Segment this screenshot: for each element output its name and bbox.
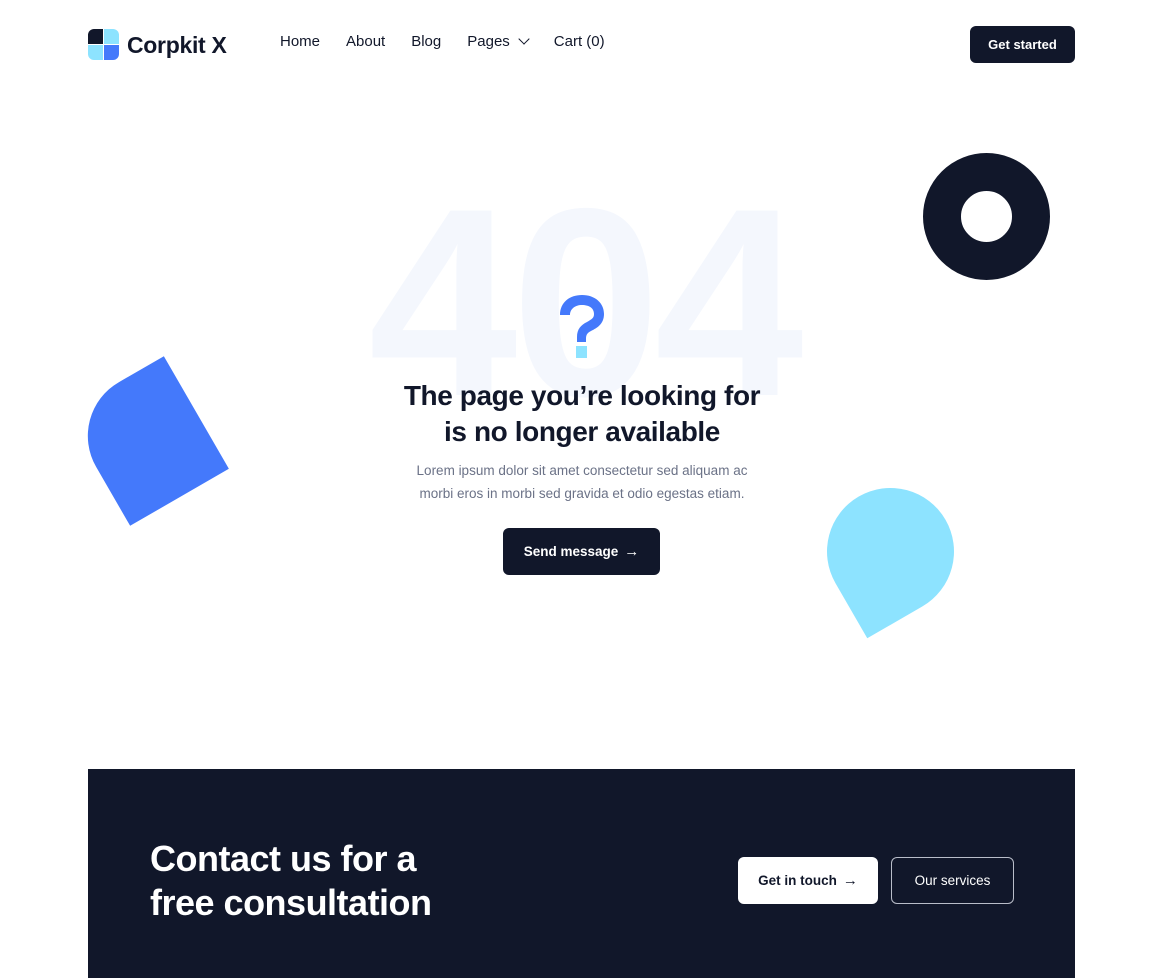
nav-item-pages[interactable]: Pages	[467, 33, 530, 50]
arrow-right-icon: →	[842, 872, 858, 889]
nav-item-pages-label: Pages	[467, 33, 510, 50]
main-nav: Home About Blog Pages Cart (0)	[280, 33, 631, 50]
logo[interactable]: Corpkit X	[88, 29, 227, 61]
description-line-1: Lorem ipsum dolor sit amet consectetur s…	[416, 463, 748, 478]
logo-text: Corpkit X	[127, 31, 227, 58]
get-started-button[interactable]: Get started	[970, 26, 1075, 63]
logo-mark-icon	[88, 29, 120, 61]
error-description: Lorem ipsum dolor sit amet consectetur s…	[380, 459, 784, 505]
send-message-label: Send message	[523, 544, 619, 559]
question-mark-icon	[560, 295, 604, 358]
decorative-blue-shape	[65, 356, 229, 526]
nav-item-about[interactable]: About	[346, 33, 385, 50]
nav-item-blog[interactable]: Blog	[411, 33, 441, 50]
nav-item-cart[interactable]: Cart (0)	[554, 33, 605, 50]
get-in-touch-label: Get in touch	[758, 873, 837, 888]
nav-item-home[interactable]: Home	[280, 33, 320, 50]
page-title-line-2: is no longer available	[444, 416, 720, 447]
cta-title-line-1: Contact us for a	[150, 838, 417, 879]
site-header: Corpkit X Home About Blog Pages Cart (0)…	[0, 0, 1167, 88]
get-in-touch-button[interactable]: Get in touch →	[738, 857, 878, 904]
cta-title: Contact us for a free consultation	[150, 837, 432, 925]
page-title-line-1: The page you’re looking for	[403, 380, 761, 411]
decorative-ring-shape	[923, 153, 1050, 280]
description-line-2: morbi eros in morbi sed gravida et odio …	[419, 486, 745, 501]
cta-title-line-2: free consultation	[150, 882, 432, 923]
decorative-cyan-drop-shape	[803, 464, 978, 639]
our-services-button[interactable]: Our services	[891, 857, 1014, 904]
consultation-cta-band: Contact us for a free consultation Get i…	[88, 769, 1075, 978]
chevron-down-icon	[518, 33, 530, 45]
arrow-right-icon: →	[624, 543, 640, 560]
send-message-button[interactable]: Send message →	[503, 528, 660, 575]
page-title: The page you’re looking for is no longer…	[330, 378, 834, 450]
